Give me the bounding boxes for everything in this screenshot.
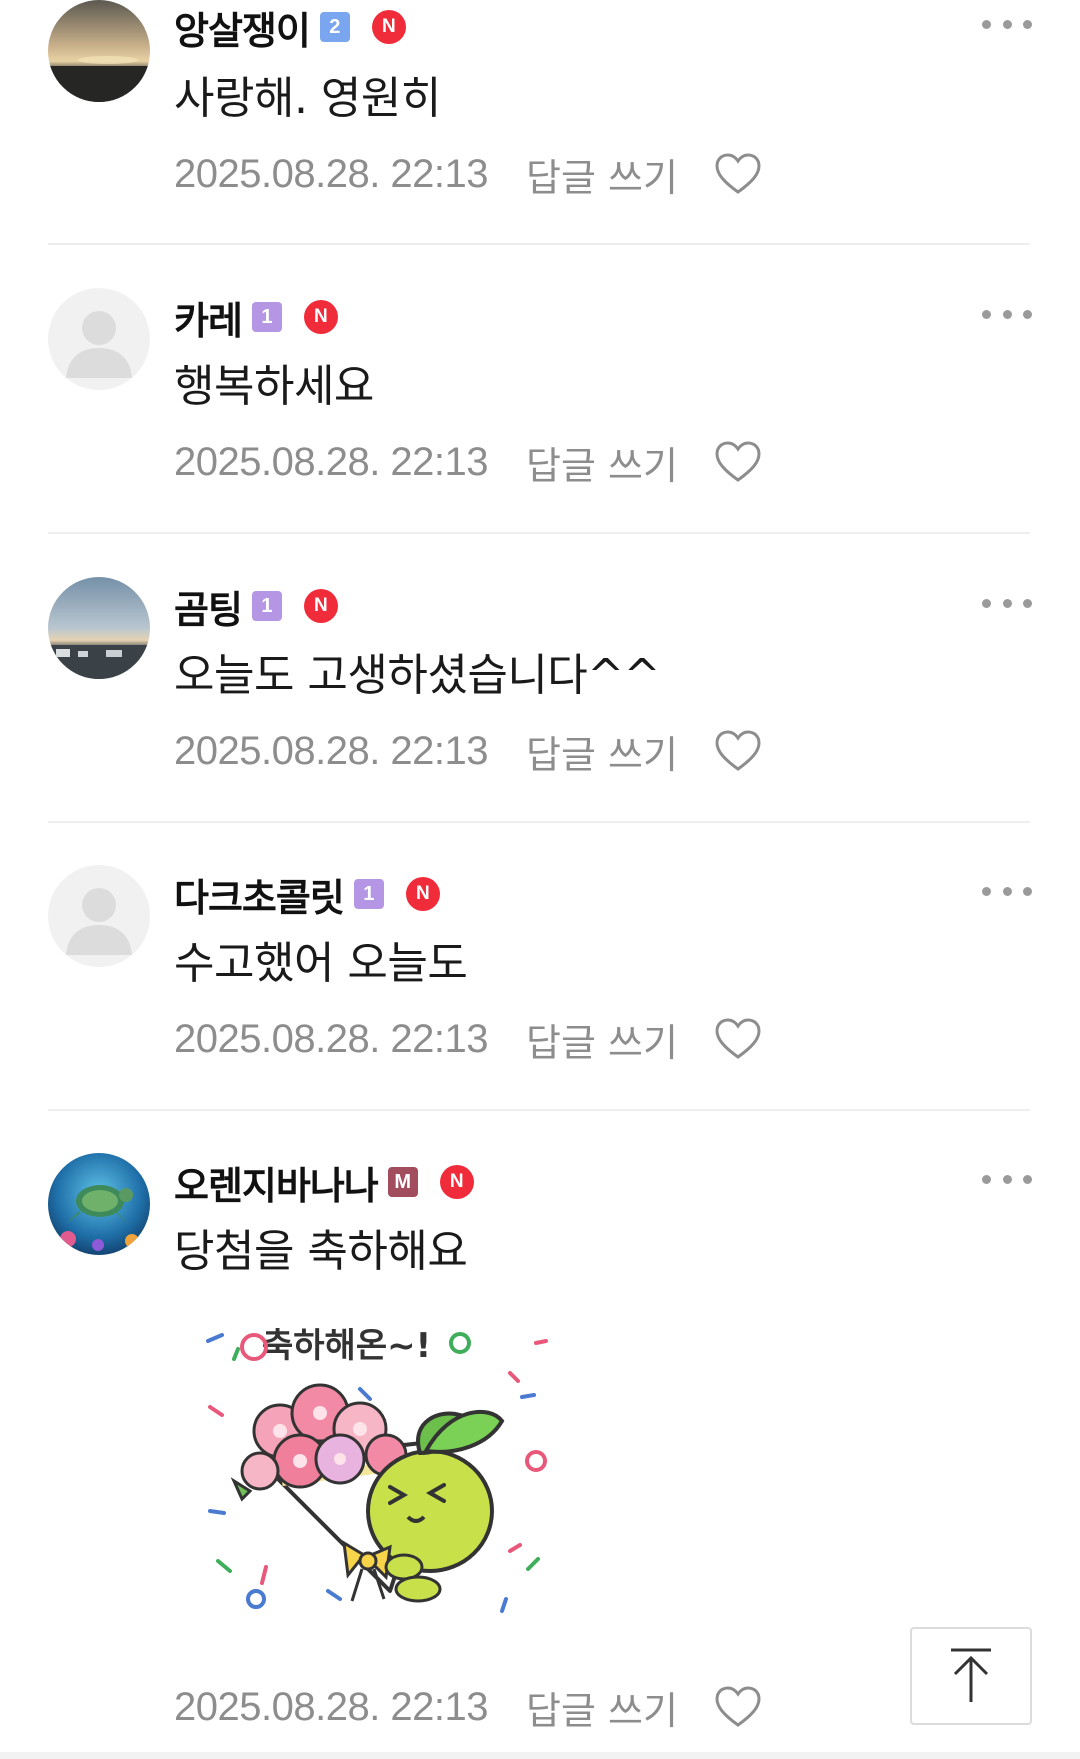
comment-meta: 2025.08.28. 22:13 답글 쓰기 xyxy=(174,723,762,779)
comment-meta: 2025.08.28. 22:13 답글 쓰기 xyxy=(174,146,762,202)
scroll-to-top-button[interactable] xyxy=(910,1627,1032,1725)
comment-meta: 2025.08.28. 22:13 답글 쓰기 xyxy=(174,1011,762,1067)
level-badge: M xyxy=(387,1167,418,1197)
level-badge: 1 xyxy=(353,879,384,909)
level-badge: 2 xyxy=(319,12,350,42)
congrats-sticker[interactable]: 축하해온~! xyxy=(190,1321,570,1661)
avatar[interactable] xyxy=(48,1153,150,1255)
author-nickname[interactable]: 오렌지바나나 xyxy=(174,1155,379,1210)
reply-button[interactable]: 답글 쓰기 xyxy=(526,1012,678,1067)
author-nickname[interactable]: 곰팅 xyxy=(174,579,243,634)
avatar[interactable] xyxy=(48,288,150,390)
comment-date: 2025.08.28. 22:13 xyxy=(174,439,489,484)
author-row: 다크초콜릿 1 N xyxy=(174,865,440,923)
heart-icon[interactable] xyxy=(714,440,762,484)
comment-text: 사랑해. 영원히 xyxy=(174,73,441,124)
reply-button[interactable]: 답글 쓰기 xyxy=(526,435,678,490)
more-dots-icon[interactable] xyxy=(982,591,1032,615)
comment-text: 수고했어 오늘도 xyxy=(174,938,468,989)
author-nickname[interactable]: 앙살쟁이 xyxy=(174,0,311,55)
new-badge: N xyxy=(439,1165,474,1199)
author-row: 오렌지바나나 M N xyxy=(174,1153,474,1211)
avatar[interactable] xyxy=(48,0,150,102)
heart-icon[interactable] xyxy=(714,729,762,773)
comment-meta: 2025.08.28. 22:13 답글 쓰기 xyxy=(174,434,762,490)
sticker-caption: 축하해온~! xyxy=(262,1326,431,1366)
comment-text: 당첨을 축하해요 xyxy=(174,1226,468,1277)
new-badge: N xyxy=(405,877,440,911)
reply-button[interactable]: 답글 쓰기 xyxy=(526,1680,678,1735)
author-row: 곰팅 1 N xyxy=(174,577,338,635)
heart-icon[interactable] xyxy=(714,152,762,196)
comment-date: 2025.08.28. 22:13 xyxy=(174,151,489,196)
divider xyxy=(48,1109,1030,1111)
comment-text: 오늘도 고생하셨습니다^^ xyxy=(174,650,661,701)
comment-meta: 2025.08.28. 22:13 답글 쓰기 xyxy=(174,1679,762,1735)
divider xyxy=(48,243,1030,245)
level-badge: 1 xyxy=(251,591,282,621)
more-dots-icon[interactable] xyxy=(982,12,1032,36)
author-row: 앙살쟁이 2 N xyxy=(174,0,406,56)
comment-date: 2025.08.28. 22:13 xyxy=(174,728,489,773)
reply-button[interactable]: 답글 쓰기 xyxy=(526,724,678,779)
divider xyxy=(48,821,1030,823)
reply-button[interactable]: 답글 쓰기 xyxy=(526,147,678,202)
level-badge: 1 xyxy=(251,302,282,332)
more-dots-icon[interactable] xyxy=(982,1167,1032,1191)
divider xyxy=(48,532,1030,534)
new-badge: N xyxy=(303,589,338,623)
new-badge: N xyxy=(371,10,406,44)
avatar[interactable] xyxy=(48,865,150,967)
new-badge: N xyxy=(303,300,338,334)
more-dots-icon[interactable] xyxy=(982,879,1032,903)
heart-icon[interactable] xyxy=(714,1685,762,1729)
heart-icon[interactable] xyxy=(714,1017,762,1061)
comment-date: 2025.08.28. 22:13 xyxy=(174,1016,489,1061)
avatar[interactable] xyxy=(48,577,150,679)
comment-date: 2025.08.28. 22:13 xyxy=(174,1684,489,1729)
author-row: 카레 1 N xyxy=(174,288,338,346)
comment-text: 행복하세요 xyxy=(174,361,374,412)
more-dots-icon[interactable] xyxy=(982,302,1032,326)
author-nickname[interactable]: 다크초콜릿 xyxy=(174,867,345,922)
author-nickname[interactable]: 카레 xyxy=(174,290,243,345)
arrow-up-icon xyxy=(951,1648,991,1702)
bottom-divider xyxy=(0,1752,1080,1759)
